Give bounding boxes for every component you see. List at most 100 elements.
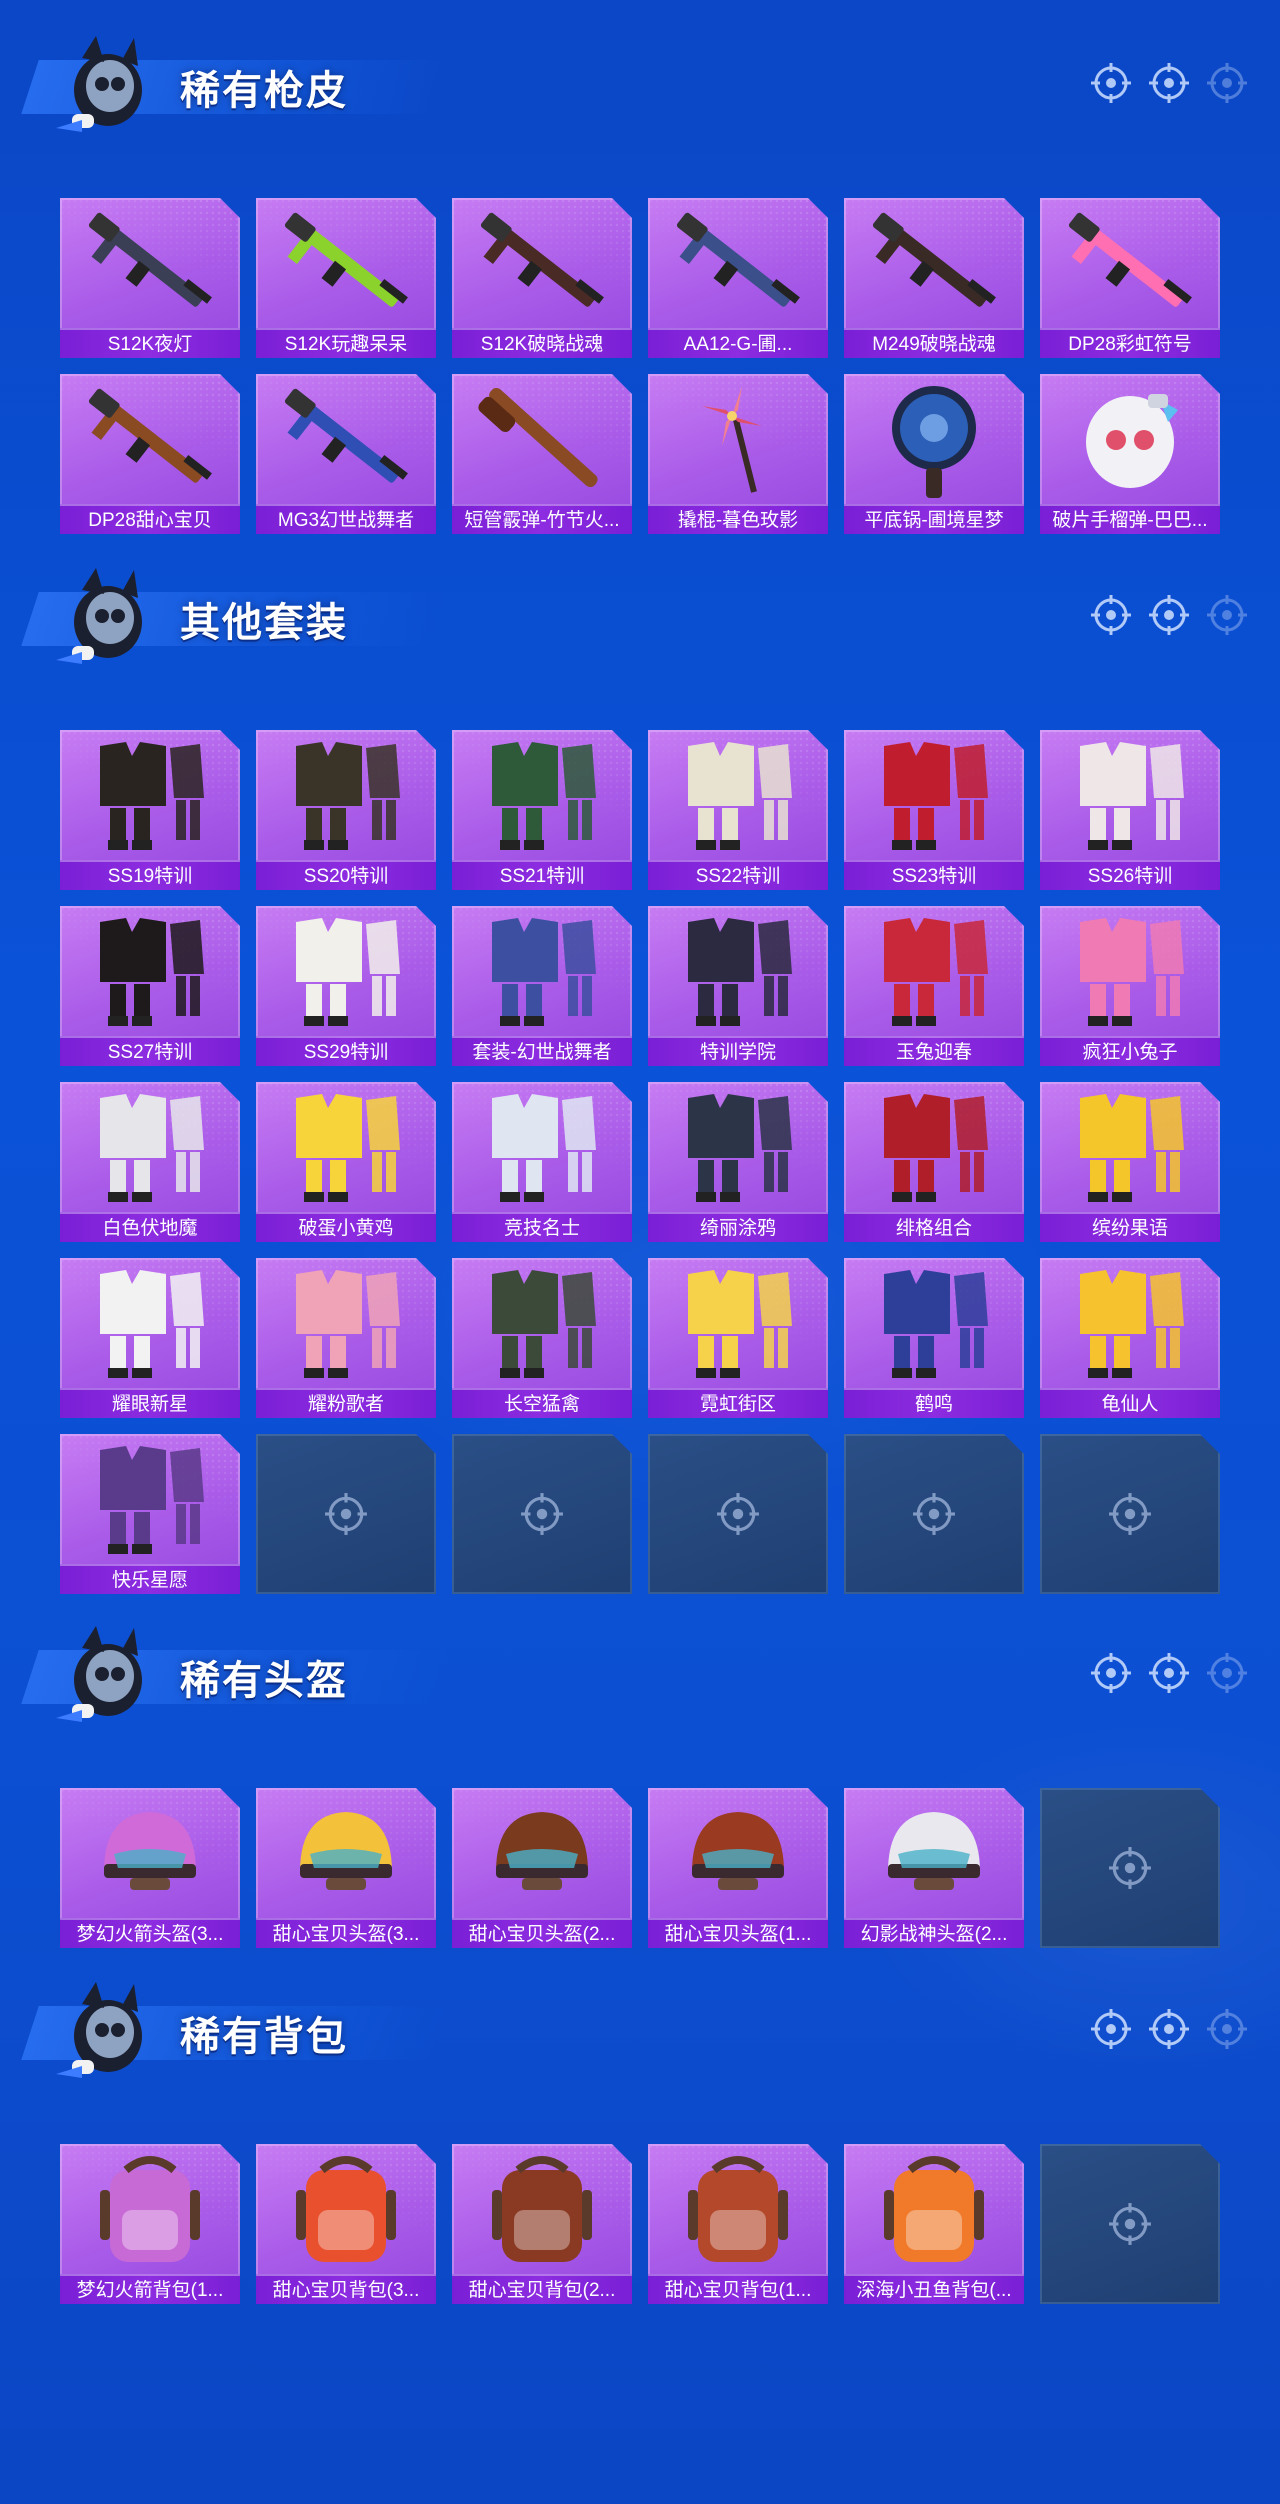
- outfit-icon: [1050, 1264, 1210, 1382]
- item-label: 甜心宝贝头盔(3...: [256, 1918, 436, 1948]
- item-card[interactable]: 甜心宝贝背包(3...: [256, 2144, 436, 2304]
- item-card[interactable]: MG3幻世战舞者: [256, 374, 436, 534]
- rifle-icon: [266, 204, 426, 322]
- outfit-icon: [462, 1088, 622, 1206]
- item-label: MG3幻世战舞者: [256, 504, 436, 534]
- item-card[interactable]: S12K破晓战魂: [452, 198, 632, 358]
- item-card[interactable]: 疯狂小兔子: [1040, 906, 1220, 1066]
- item-card[interactable]: 耀眼新星: [60, 1258, 240, 1418]
- crosshair-decoration: [1090, 1652, 1248, 1699]
- helmet-icon: [854, 1794, 1014, 1912]
- item-card[interactable]: 幻影战神头盔(2...: [844, 1788, 1024, 1948]
- item-card[interactable]: 甜心宝贝头盔(1...: [648, 1788, 828, 1948]
- outfit-icon: [854, 1264, 1014, 1382]
- item-card[interactable]: DP28彩虹符号: [1040, 198, 1220, 358]
- item-card[interactable]: 鹤鸣: [844, 1258, 1024, 1418]
- rifle-icon: [70, 380, 230, 498]
- outfit-icon: [266, 736, 426, 854]
- crosshair-icon: [1148, 62, 1190, 109]
- item-card[interactable]: 绯格组合: [844, 1082, 1024, 1242]
- item-label: 甜心宝贝头盔(1...: [648, 1918, 828, 1948]
- outfit-icon: [266, 1264, 426, 1382]
- item-card[interactable]: SS29特训: [256, 906, 436, 1066]
- outfit-icon: [1050, 912, 1210, 1030]
- item-card[interactable]: 甜心宝贝背包(1...: [648, 2144, 828, 2304]
- helmet-icon: [266, 1794, 426, 1912]
- section-header: 稀有枪皮: [0, 22, 1280, 140]
- item-card[interactable]: AA12-G-圃...: [648, 198, 828, 358]
- item-card[interactable]: S12K玩趣呆呆: [256, 198, 436, 358]
- section-header: 稀有背包: [0, 1968, 1280, 2086]
- item-card[interactable]: DP28甜心宝贝: [60, 374, 240, 534]
- item-card[interactable]: 白色伏地魔: [60, 1082, 240, 1242]
- item-card[interactable]: SS22特训: [648, 730, 828, 890]
- item-label: 白色伏地魔: [60, 1212, 240, 1242]
- rifle-icon: [266, 380, 426, 498]
- item-card[interactable]: M249破晓战魂: [844, 198, 1024, 358]
- item-label: 深海小丑鱼背包(...: [844, 2274, 1024, 2304]
- item-card[interactable]: 特训学院: [648, 906, 828, 1066]
- item-card[interactable]: 短管霰弹-竹节火...: [452, 374, 632, 534]
- item-card[interactable]: 缤纷果语: [1040, 1082, 1220, 1242]
- item-card[interactable]: SS27特训: [60, 906, 240, 1066]
- item-label: DP28甜心宝贝: [60, 504, 240, 534]
- outfit-icon: [658, 1264, 818, 1382]
- crosshair-decoration: [1090, 594, 1248, 641]
- item-label: SS27特训: [60, 1036, 240, 1066]
- outfit-icon: [70, 912, 230, 1030]
- section-title: 稀有枪皮: [180, 69, 348, 113]
- item-card[interactable]: SS19特训: [60, 730, 240, 890]
- crosshair-icon: [1090, 1652, 1132, 1699]
- outfit-icon: [1050, 736, 1210, 854]
- item-card[interactable]: 龟仙人: [1040, 1258, 1220, 1418]
- item-card[interactable]: S12K夜灯: [60, 198, 240, 358]
- item-label: AA12-G-圃...: [648, 328, 828, 358]
- item-card[interactable]: 甜心宝贝头盔(3...: [256, 1788, 436, 1948]
- item-card[interactable]: SS20特训: [256, 730, 436, 890]
- item-card[interactable]: 耀粉歌者: [256, 1258, 436, 1418]
- item-card[interactable]: 深海小丑鱼背包(...: [844, 2144, 1024, 2304]
- item-card[interactable]: SS26特训: [1040, 730, 1220, 890]
- helmet-icon: [462, 1794, 622, 1912]
- item-card[interactable]: 绮丽涂鸦: [648, 1082, 828, 1242]
- item-label: 绮丽涂鸦: [648, 1212, 828, 1242]
- outfit-icon: [462, 1264, 622, 1382]
- item-card[interactable]: 竞技名士: [452, 1082, 632, 1242]
- item-card[interactable]: 霓虹街区: [648, 1258, 828, 1418]
- crosshair-icon: [1206, 594, 1248, 641]
- empty-slot: [256, 1434, 436, 1594]
- outfit-icon: [854, 1088, 1014, 1206]
- item-card[interactable]: 套装-幻世战舞者: [452, 906, 632, 1066]
- item-card[interactable]: 破片手榴弹-巴巴...: [1040, 374, 1220, 534]
- section-title: 稀有头盔: [180, 1659, 348, 1703]
- item-card[interactable]: SS23特训: [844, 730, 1024, 890]
- item-card[interactable]: 梦幻火箭背包(1...: [60, 2144, 240, 2304]
- backpack-icon: [658, 2150, 818, 2268]
- item-card[interactable]: SS21特训: [452, 730, 632, 890]
- item-card[interactable]: 平底锅-圃境星梦: [844, 374, 1024, 534]
- crosshair-icon: [1148, 594, 1190, 641]
- item-label: SS29特训: [256, 1036, 436, 1066]
- item-label: SS19特训: [60, 860, 240, 890]
- item-label: 甜心宝贝背包(3...: [256, 2274, 436, 2304]
- item-label: 套装-幻世战舞者: [452, 1036, 632, 1066]
- item-label: 鹤鸣: [844, 1388, 1024, 1418]
- grenade-icon: [1050, 380, 1210, 498]
- item-card[interactable]: 玉兔迎春: [844, 906, 1024, 1066]
- item-label: 快乐星愿: [60, 1564, 240, 1594]
- item-label: DP28彩虹符号: [1040, 328, 1220, 358]
- section-header: 其他套装: [0, 554, 1280, 672]
- item-card[interactable]: 梦幻火箭头盔(3...: [60, 1788, 240, 1948]
- item-card[interactable]: 长空猛禽: [452, 1258, 632, 1418]
- item-label: 耀粉歌者: [256, 1388, 436, 1418]
- item-card[interactable]: 破蛋小黄鸡: [256, 1082, 436, 1242]
- item-card[interactable]: 甜心宝贝背包(2...: [452, 2144, 632, 2304]
- outfit-icon: [70, 736, 230, 854]
- outfit-icon: [658, 736, 818, 854]
- item-card[interactable]: 撬棍-暮色玫影: [648, 374, 828, 534]
- item-card[interactable]: 甜心宝贝头盔(2...: [452, 1788, 632, 1948]
- item-card[interactable]: 快乐星愿: [60, 1434, 240, 1594]
- backpack-icon: [854, 2150, 1014, 2268]
- backpack-icon: [70, 2150, 230, 2268]
- outfit-icon: [462, 736, 622, 854]
